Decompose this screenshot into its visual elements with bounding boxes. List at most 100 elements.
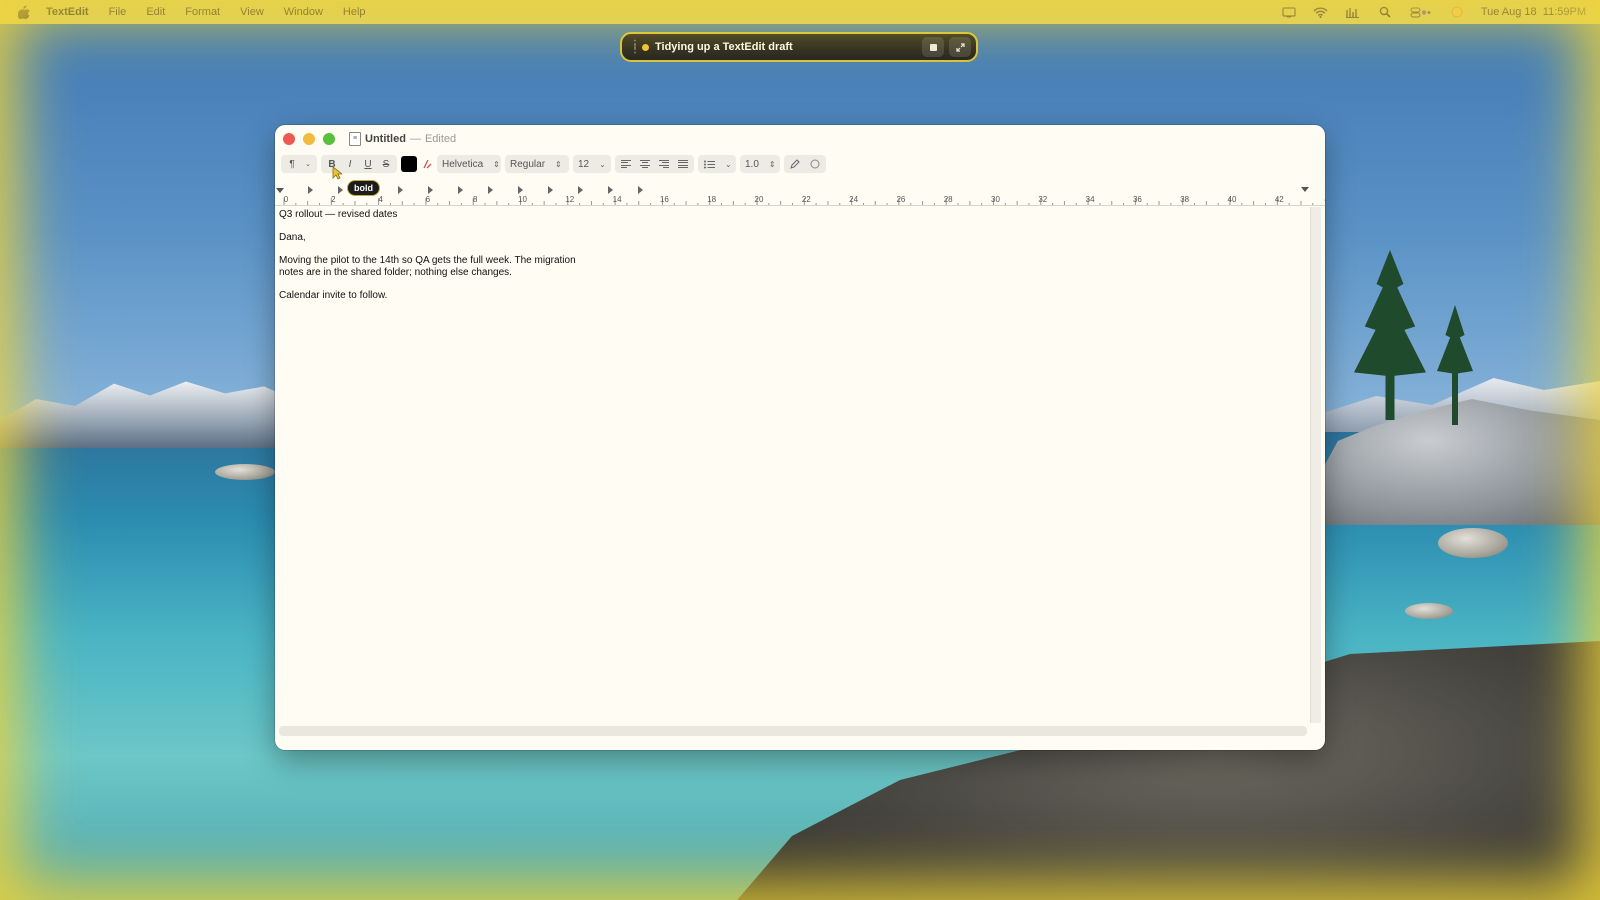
ruler-label: 14	[612, 195, 622, 204]
italic-button[interactable]: I	[344, 156, 356, 172]
agent-status-pill: ⋮ ⋮ Tidying up a TextEdit draft	[620, 32, 978, 62]
list-style-popup[interactable]: ⌄	[698, 155, 736, 173]
window-titlebar[interactable]: ≡ Untitled — Edited	[275, 125, 1325, 153]
line-spacing-value: 1.0	[745, 158, 759, 170]
updown-arrows-icon: ⇕	[493, 159, 500, 169]
alignment-buttons	[615, 155, 694, 173]
document-greeting: Dana,	[279, 232, 306, 243]
format-toolbar: ¶ ⌄ B I U S Helvetica ⇕ Regular ⇕ 12 ⌄ ⌄…	[281, 155, 826, 173]
expand-button[interactable]	[949, 37, 971, 57]
ruler[interactable]: 0246810121416182022242628303234363840424	[275, 183, 1325, 206]
ruler-label: 42	[1274, 195, 1284, 204]
font-family-popup[interactable]: Helvetica ⇕	[437, 155, 501, 173]
ruler-label: 0	[283, 195, 289, 204]
drag-handle-icon[interactable]: ⋮ ⋮	[630, 40, 640, 55]
paragraph-icon: ¶	[289, 158, 295, 170]
stop-button[interactable]	[922, 37, 944, 57]
ruler-label: 6	[425, 195, 431, 204]
ruler-label: 10	[518, 195, 527, 204]
ruler-ticks	[276, 186, 1314, 205]
menu-window[interactable]: Window	[284, 6, 323, 18]
screen-mirroring-icon[interactable]	[1281, 5, 1297, 19]
ruler-label: 18	[707, 195, 717, 204]
updown-arrows-icon: ⇕	[555, 159, 562, 169]
vertical-scrollbar[interactable]	[1310, 207, 1321, 723]
paragraph-style-popup[interactable]: ¶ ⌄	[281, 155, 317, 173]
ruler-label: 26	[896, 195, 906, 204]
align-right-icon[interactable]	[658, 156, 670, 172]
wallpaper-boulder	[1405, 603, 1453, 619]
align-left-icon[interactable]	[620, 156, 632, 172]
document-closing: Calendar invite to follow.	[279, 290, 388, 301]
document-text-area[interactable]: Q3 rollout — revised dates Dana, Moving …	[279, 209, 1309, 724]
align-justify-icon[interactable]	[677, 156, 689, 172]
ruler-label: 38	[1180, 195, 1190, 204]
ruler-label: 34	[1085, 195, 1095, 204]
align-center-icon[interactable]	[639, 156, 651, 172]
pencil-icon[interactable]	[789, 156, 801, 172]
document-proxy-icon[interactable]: ≡	[349, 132, 361, 146]
title-separator: —	[409, 133, 421, 145]
window-title: ≡ Untitled — Edited	[349, 132, 456, 146]
activity-dot-icon	[642, 43, 649, 51]
siri-icon[interactable]	[1449, 5, 1465, 19]
ruler-label: 12	[565, 195, 575, 204]
wallpaper-boulder	[1438, 528, 1508, 558]
chevron-down-icon: ⌄	[725, 159, 732, 169]
menu-edit[interactable]: Edit	[146, 6, 165, 18]
updown-arrows-icon: ⇕	[768, 159, 776, 169]
spotlight-search-icon[interactable]	[1377, 5, 1393, 19]
ruler-label: 8	[472, 195, 478, 204]
ruler-label: 22	[801, 195, 811, 204]
font-style-popup[interactable]: Regular ⇕	[505, 155, 569, 173]
mouse-pointer-icon	[332, 166, 342, 180]
menubar-clock[interactable]: Tue Aug 18 11:59PM	[1481, 6, 1586, 18]
horizontal-scrollbar[interactable]	[279, 726, 1307, 736]
menu-bar: TextEdit File Edit Format View Window He…	[0, 0, 1600, 24]
ruler-label: 30	[991, 195, 1000, 204]
window-close-button[interactable]	[283, 133, 295, 145]
ruler-label: 24	[849, 195, 859, 204]
menu-app-name[interactable]: TextEdit	[46, 6, 89, 18]
agent-task-title: Tidying up a TextEdit draft	[655, 41, 793, 53]
font-family-value: Helvetica	[442, 158, 484, 170]
ruler-label: 40	[1227, 195, 1237, 204]
strikethrough-button[interactable]: S	[380, 156, 392, 172]
font-style-value: Regular	[510, 158, 546, 170]
font-size-value: 12	[578, 158, 590, 170]
ruler-label: 2	[331, 195, 336, 204]
apple-menu-icon[interactable]	[16, 4, 32, 20]
ruler-label: 32	[1038, 195, 1048, 204]
bulleted-list-icon	[703, 156, 715, 172]
wifi-icon[interactable]	[1313, 5, 1329, 19]
chevron-down-icon: ⌄	[599, 159, 606, 169]
document-body-line: Moving the pilot to the 14th so QA gets …	[279, 255, 576, 266]
ruler-label: 36	[1132, 195, 1142, 204]
markup-buttons	[784, 155, 826, 173]
ruler-label: 28	[943, 195, 953, 204]
document-name: Untitled	[365, 133, 406, 145]
window-minimize-button[interactable]	[303, 133, 315, 145]
wallpaper-boulder	[215, 464, 275, 480]
menu-view[interactable]: View	[240, 6, 264, 18]
font-size-popup[interactable]: 12 ⌄	[573, 155, 611, 173]
chevron-down-icon: ⌄	[305, 161, 311, 168]
menu-file[interactable]: File	[109, 6, 127, 18]
underline-button[interactable]: U	[362, 156, 374, 172]
ruler-label: 20	[754, 195, 764, 204]
highlight-color-icon[interactable]	[809, 156, 821, 172]
line-spacing-popup[interactable]: 1.0 ⇕	[740, 155, 780, 173]
control-center-icon[interactable]	[1409, 5, 1433, 19]
window-zoom-button[interactable]	[323, 133, 335, 145]
document-body-line: notes are in the shared folder; nothing …	[279, 267, 512, 278]
ruler-label: 4	[378, 195, 383, 204]
ruler-label: 16	[659, 195, 669, 204]
text-color-well[interactable]	[401, 156, 417, 172]
document-subject-line: Q3 rollout — revised dates	[279, 209, 398, 220]
clear-formatting-icon[interactable]	[421, 156, 433, 172]
menu-format[interactable]: Format	[185, 6, 220, 18]
activity-monitor-icon[interactable]	[1345, 5, 1361, 19]
textedit-window: ≡ Untitled — Edited ¶ ⌄ B I U S Helvetic…	[275, 125, 1325, 750]
menu-help[interactable]: Help	[343, 6, 366, 18]
ruler-label: 4	[1324, 195, 1325, 204]
